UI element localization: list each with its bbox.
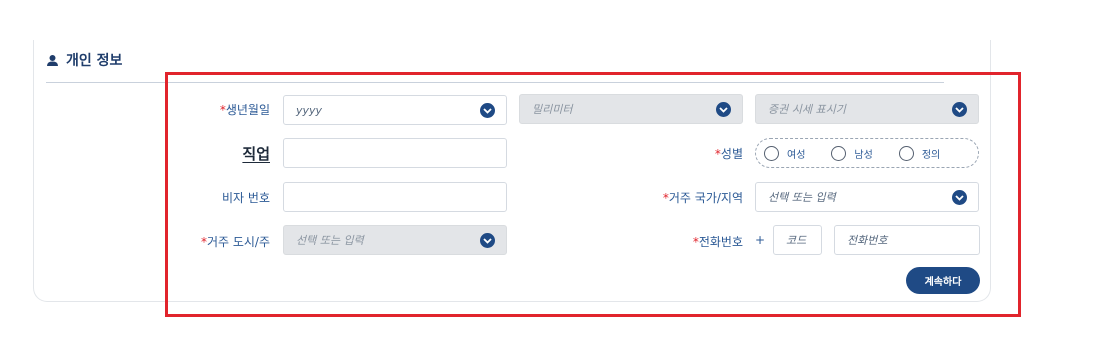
section-title: 개인 정보 — [66, 53, 123, 69]
person-icon — [46, 54, 59, 67]
section-header: 개인 정보 — [46, 50, 122, 70]
highlight-box — [165, 72, 1021, 317]
